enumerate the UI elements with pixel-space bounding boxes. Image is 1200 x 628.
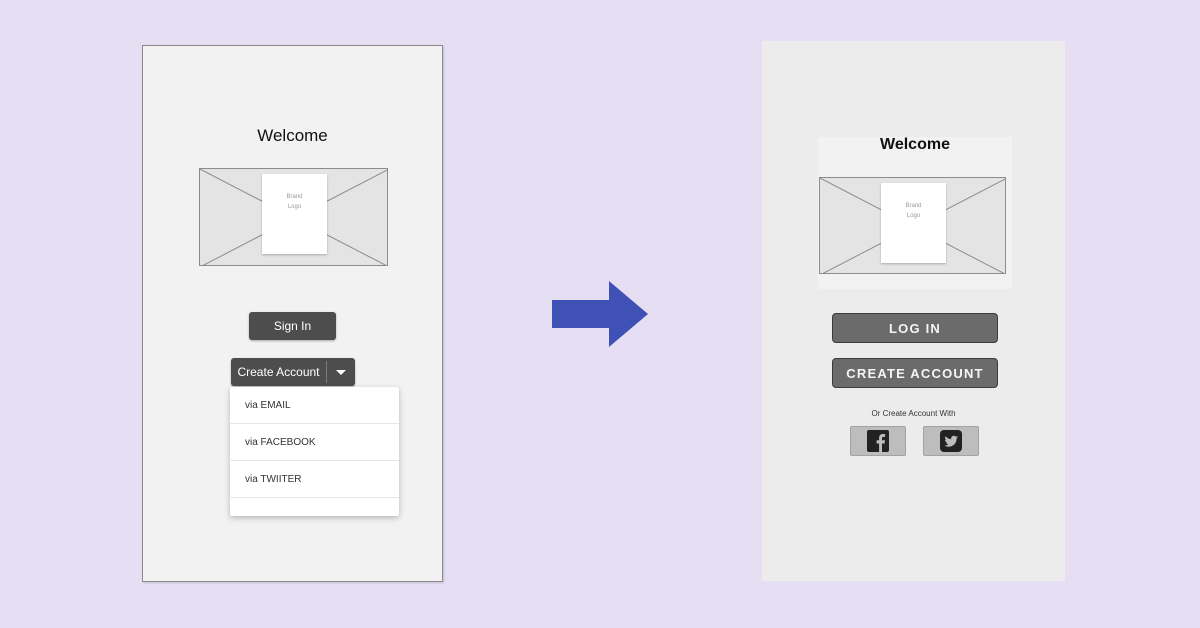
welcome-title: Welcome bbox=[257, 126, 328, 145]
create-account-button[interactable]: CREATE ACCOUNT bbox=[832, 358, 998, 388]
log-in-button[interactable]: LOG IN bbox=[832, 313, 998, 343]
facebook-icon bbox=[867, 430, 889, 452]
twitter-icon bbox=[940, 430, 962, 452]
menu-item-twitter[interactable]: via TWIITER bbox=[230, 461, 399, 498]
social-signup-prompt: Or Create Account With bbox=[871, 409, 956, 418]
image-placeholder: Brand Logo bbox=[819, 177, 1006, 274]
right-arrow-icon bbox=[552, 281, 648, 347]
before-screen: Welcome Brand Logo Sign In Create Accoun… bbox=[142, 45, 443, 582]
logo-text-line-2: Logo bbox=[906, 213, 921, 219]
dropdown-toggle[interactable] bbox=[327, 358, 355, 386]
brand-logo-card: Brand Logo bbox=[881, 183, 946, 263]
facebook-signup-button[interactable] bbox=[850, 426, 906, 456]
create-account-dropdown-menu: via EMAIL via FACEBOOK via TWIITER bbox=[230, 387, 399, 516]
create-account-split-button: Create Account bbox=[231, 358, 355, 386]
menu-item-email[interactable]: via EMAIL bbox=[230, 387, 399, 424]
menu-item-facebook[interactable]: via FACEBOOK bbox=[230, 424, 399, 461]
twitter-signup-button[interactable] bbox=[923, 426, 979, 456]
create-account-button[interactable]: Create Account bbox=[231, 358, 326, 386]
brand-logo-card: Brand Logo bbox=[262, 174, 327, 254]
after-screen: Welcome Brand Logo LOG IN CREATE ACCOUNT… bbox=[762, 41, 1065, 581]
welcome-title: Welcome bbox=[880, 136, 950, 153]
caret-down-icon bbox=[336, 369, 346, 375]
logo-text-line-2: Logo bbox=[287, 204, 302, 210]
logo-text-line-1: Brand bbox=[905, 203, 922, 209]
sign-in-button[interactable]: Sign In bbox=[249, 312, 336, 340]
logo-text-line-1: Brand bbox=[286, 194, 303, 200]
image-placeholder: Brand Logo bbox=[199, 168, 388, 266]
